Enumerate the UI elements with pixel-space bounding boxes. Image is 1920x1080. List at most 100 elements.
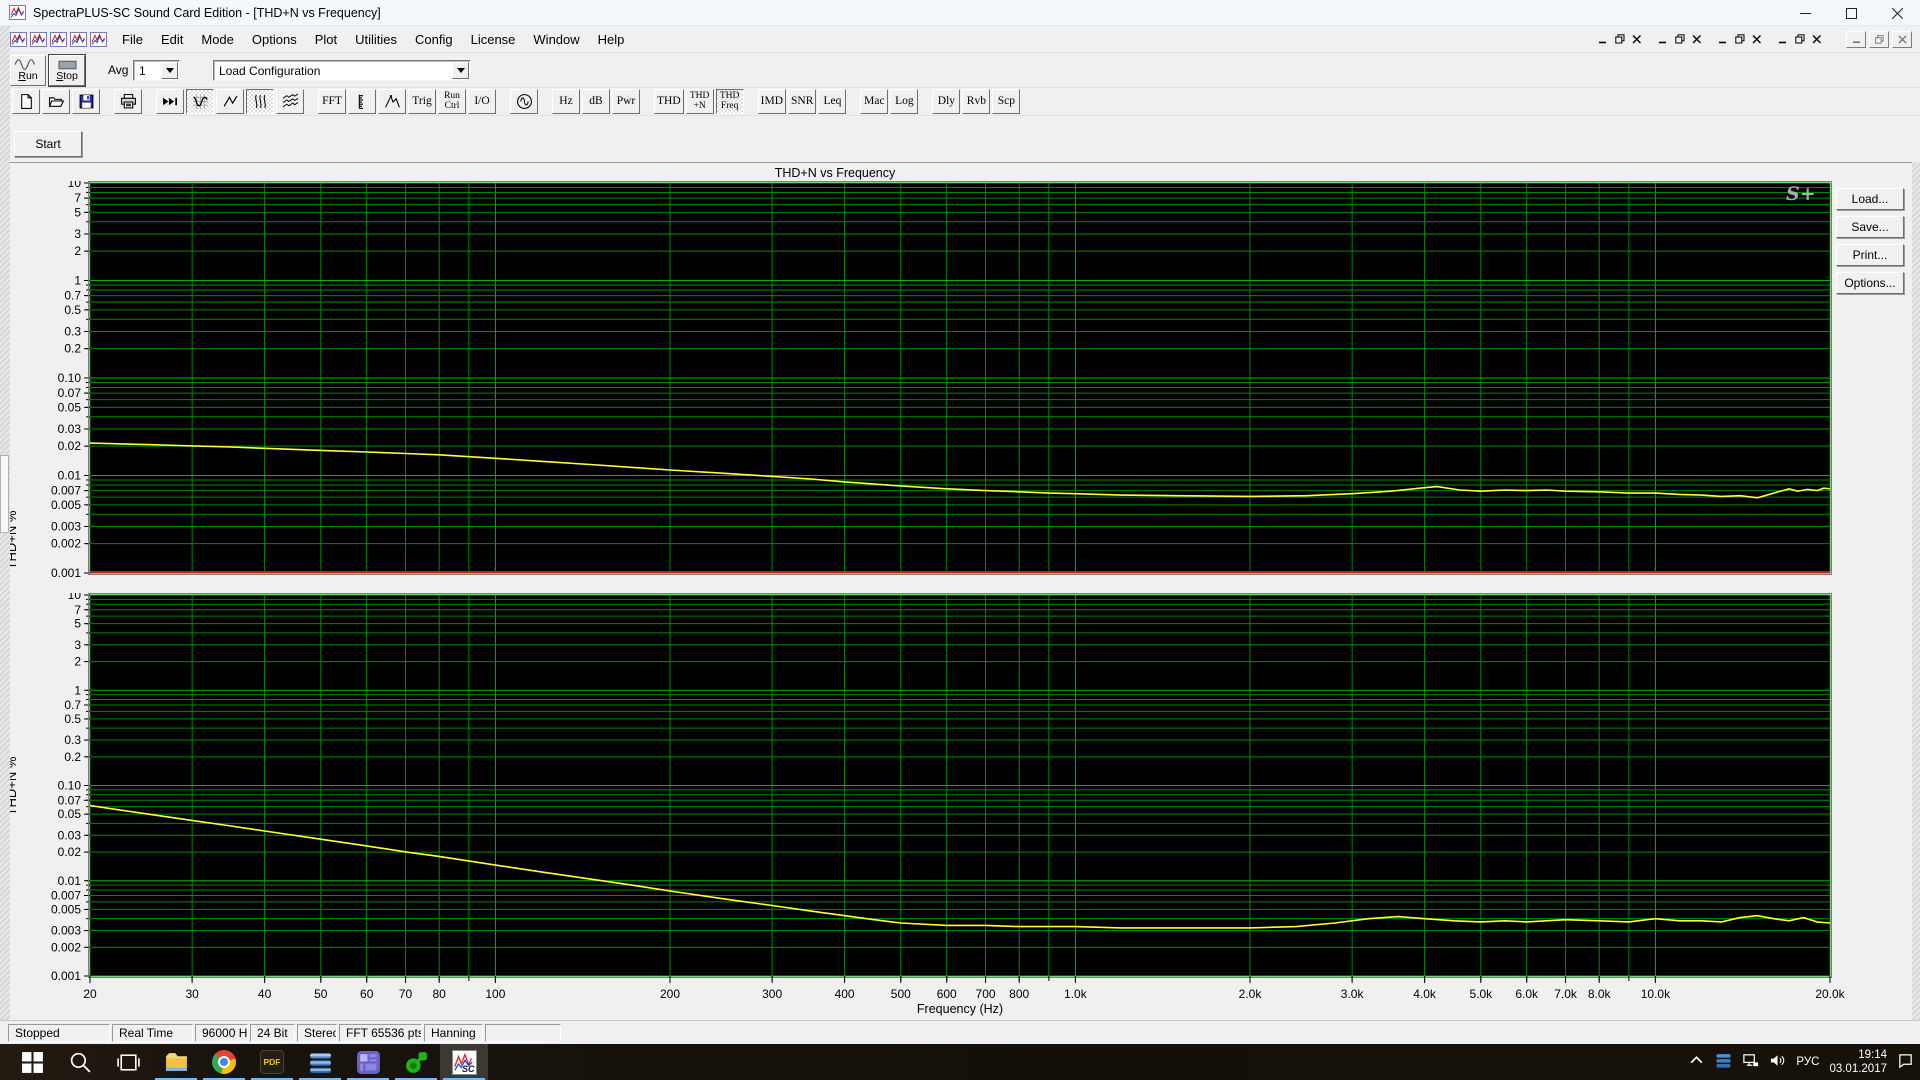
fft-settings-button[interactable]: FFT xyxy=(318,89,346,114)
svg-text:0.07: 0.07 xyxy=(58,793,82,807)
action-center-icon[interactable] xyxy=(1897,1052,1914,1072)
thd-freq-button[interactable]: THD Freq xyxy=(716,89,744,114)
thd-n-button[interactable]: THD +N xyxy=(686,89,714,114)
delay-button[interactable]: Dly xyxy=(932,89,960,114)
plot-display-button[interactable] xyxy=(186,89,214,114)
taskbar: PDF SC РУС 19:14 03.01.2017 xyxy=(0,1044,1920,1080)
language-indicator[interactable]: РУС xyxy=(1796,1056,1819,1068)
svg-text:0.02: 0.02 xyxy=(58,845,82,859)
taskbar-clock[interactable]: 19:14 03.01.2017 xyxy=(1829,1048,1887,1077)
menu-license[interactable]: License xyxy=(462,28,525,51)
chevron-down-icon[interactable] xyxy=(161,62,178,79)
mdi-doc-icon[interactable] xyxy=(90,32,107,47)
task-view-button[interactable] xyxy=(104,1044,152,1080)
units-hz-button[interactable]: Hz xyxy=(552,89,580,114)
stop-button[interactable]: Stop xyxy=(49,55,85,86)
minimize-button[interactable] xyxy=(1846,31,1866,48)
snr-button[interactable]: SNR xyxy=(788,89,816,114)
signal-generator-button[interactable] xyxy=(510,89,538,114)
units-db-button[interactable]: dB xyxy=(582,89,610,114)
tray-chevron-up-icon[interactable] xyxy=(1688,1052,1705,1072)
status-panel: 24 Bit xyxy=(250,1024,295,1042)
mdi-doc-icon[interactable] xyxy=(30,32,47,47)
menu-file[interactable]: File xyxy=(113,28,152,51)
maximize-button[interactable] xyxy=(1828,0,1874,26)
mdi-doc-icon[interactable] xyxy=(70,32,87,47)
restore-icon[interactable] xyxy=(1675,33,1685,47)
menu-edit[interactable]: Edit xyxy=(152,28,192,51)
spectraplus-app-icon[interactable]: SC xyxy=(440,1044,488,1080)
file-explorer-icon[interactable] xyxy=(152,1044,200,1080)
left-edge-tab[interactable] xyxy=(0,455,9,533)
start-button[interactable]: Start xyxy=(14,131,82,157)
close-icon[interactable] xyxy=(1632,33,1642,47)
menu-mode[interactable]: Mode xyxy=(192,28,243,51)
run-button[interactable]: Run xyxy=(10,55,46,86)
restore-button[interactable] xyxy=(1869,31,1889,48)
configuration-value: Load Configuration xyxy=(214,64,452,78)
restore-icon[interactable] xyxy=(1795,33,1805,47)
menu-utilities[interactable]: Utilities xyxy=(346,28,406,51)
open-file-button[interactable] xyxy=(42,89,70,114)
close-button[interactable] xyxy=(1874,0,1920,26)
scale-settings-button[interactable] xyxy=(348,89,376,114)
trigger-button[interactable]: Trig xyxy=(408,89,436,114)
minimize-icon[interactable] xyxy=(1718,33,1728,47)
fast-forward-button[interactable] xyxy=(156,89,184,114)
minimize-icon[interactable] xyxy=(1658,33,1668,47)
close-icon[interactable] xyxy=(1692,33,1702,47)
close-icon[interactable] xyxy=(1812,33,1822,47)
start-menu-button[interactable] xyxy=(8,1044,56,1080)
svg-text:1: 1 xyxy=(74,683,81,697)
run-control-button[interactable]: Run Ctrl xyxy=(438,89,466,114)
io-device-button[interactable]: I/O xyxy=(468,89,496,114)
leq-button[interactable]: Leq xyxy=(818,89,846,114)
green-device-app-icon[interactable] xyxy=(392,1044,440,1080)
thd-button[interactable]: THD xyxy=(654,89,684,114)
network-icon[interactable] xyxy=(1742,1052,1759,1072)
menu-help[interactable]: Help xyxy=(589,28,634,51)
svg-text:20.0k: 20.0k xyxy=(1815,987,1845,1001)
mdi-doc-icon[interactable] xyxy=(50,32,67,47)
tray-database-icon[interactable] xyxy=(1715,1052,1732,1072)
database-app-icon[interactable] xyxy=(296,1044,344,1080)
pdf-app-icon[interactable]: PDF xyxy=(248,1044,296,1080)
minimize-button[interactable] xyxy=(1782,0,1828,26)
menu-options[interactable]: Options xyxy=(243,28,306,51)
scope-button[interactable]: Scp xyxy=(992,89,1020,114)
mdi-active-window-contro‌ls xyxy=(1846,31,1912,48)
tiles-app-icon[interactable] xyxy=(344,1044,392,1080)
restore-icon[interactable] xyxy=(1735,33,1745,47)
surface-plot-button[interactable] xyxy=(276,89,304,114)
minimize-icon[interactable] xyxy=(1778,33,1788,47)
volume-icon[interactable] xyxy=(1769,1052,1786,1072)
close-icon[interactable] xyxy=(1752,33,1762,47)
svg-text:2.0k: 2.0k xyxy=(1239,987,1263,1001)
imd-button[interactable]: IMD xyxy=(758,89,786,114)
print-button[interactable] xyxy=(114,89,142,114)
plot-canvas-channel-1[interactable]: 10753210.70.50.30.20.100.070.050.030.020… xyxy=(0,181,1920,603)
reverb-button[interactable]: Rvb xyxy=(962,89,990,114)
menu-plot[interactable]: Plot xyxy=(306,28,346,51)
time-series-button[interactable] xyxy=(216,89,244,114)
spectrogram-button[interactable] xyxy=(246,89,274,114)
load-configuration-select[interactable]: Load Configuration xyxy=(213,60,471,81)
svg-text:0.02: 0.02 xyxy=(58,439,82,453)
close-button[interactable] xyxy=(1892,31,1912,48)
macro-button[interactable]: Mac xyxy=(860,89,888,114)
minimize-icon[interactable] xyxy=(1598,33,1608,47)
new-file-button[interactable] xyxy=(12,89,40,114)
menu-config[interactable]: Config xyxy=(406,28,462,51)
plot-canvas-channel-2[interactable]: 10753210.70.50.30.20.100.070.050.030.020… xyxy=(0,593,1920,1001)
units-pwr-button[interactable]: Pwr xyxy=(612,89,640,114)
save-file-button[interactable] xyxy=(72,89,100,114)
restore-icon[interactable] xyxy=(1615,33,1625,47)
mdi-doc-icon[interactable] xyxy=(10,32,27,47)
chrome-icon[interactable] xyxy=(200,1044,248,1080)
avg-select[interactable]: 1 xyxy=(133,60,180,81)
menu-window[interactable]: Window xyxy=(524,28,588,51)
search-button[interactable] xyxy=(56,1044,104,1080)
chevron-down-icon[interactable] xyxy=(452,62,469,79)
peak-hold-button[interactable] xyxy=(378,89,406,114)
logging-button[interactable]: Log xyxy=(890,89,918,114)
